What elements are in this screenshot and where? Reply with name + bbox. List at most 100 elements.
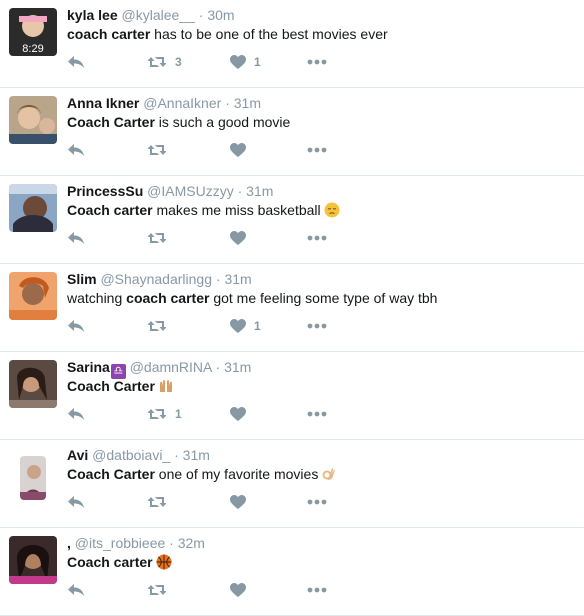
fullname[interactable]: Anna Ikner	[67, 95, 139, 111]
like-button[interactable]: 1	[230, 53, 261, 71]
reply-button[interactable]	[67, 581, 85, 599]
username[interactable]: @its_robbieee	[75, 535, 166, 551]
fullname[interactable]: ,	[67, 535, 71, 551]
tweet-text-highlight: Coach Carter	[67, 114, 155, 130]
reply-button[interactable]	[67, 317, 85, 335]
avatar[interactable]	[9, 536, 57, 584]
tweet[interactable]: Sarina ♎ @damnRINA · 31m Coach Carter 1	[0, 352, 584, 440]
more-button[interactable]	[307, 141, 327, 159]
tweet-text: coach carter has to be one of the best m…	[67, 25, 388, 43]
username[interactable]: @AnnaIkner	[143, 95, 221, 111]
fullname[interactable]: kyla lee	[67, 7, 118, 23]
tweet-actions	[67, 493, 367, 513]
tweet-text-post: one of my favorite movies	[154, 466, 319, 482]
reply-icon	[67, 407, 85, 421]
tweet[interactable]: Avi @datboiavi_ · 31m Coach Carter one o…	[0, 440, 584, 528]
reply-button[interactable]	[67, 493, 85, 511]
tweet-header: Slim @Shaynadarlingg · 31m	[67, 270, 252, 288]
retweet-button[interactable]	[147, 581, 175, 599]
username[interactable]: @damnRINA	[130, 359, 212, 375]
tweet[interactable]: 8:29 kyla lee @kylalee__ · 30m coach car…	[0, 0, 584, 88]
reply-icon	[67, 319, 85, 333]
like-count: 1	[254, 319, 261, 333]
like-button[interactable]	[230, 405, 254, 423]
more-icon	[307, 587, 327, 593]
tweet-actions: 1	[67, 405, 367, 425]
tweet[interactable]: , @its_robbieee · 32m Coach carter	[0, 528, 584, 616]
svg-text:8:29: 8:29	[22, 43, 43, 55]
reply-button[interactable]	[67, 229, 85, 247]
tweet-text-highlight: Coach Carter	[67, 466, 155, 482]
timestamp[interactable]: 31m	[234, 95, 261, 111]
retweet-button[interactable]	[147, 141, 175, 159]
more-icon	[307, 235, 327, 241]
avatar[interactable]	[9, 272, 57, 320]
more-button[interactable]	[307, 317, 327, 335]
like-button[interactable]: 1	[230, 317, 261, 335]
timestamp[interactable]: 31m	[224, 359, 251, 375]
tweet-header: , @its_robbieee · 32m	[67, 534, 205, 552]
fullname[interactable]: Sarina	[67, 359, 110, 375]
avatar[interactable]	[9, 184, 57, 232]
retweet-button[interactable]	[147, 493, 175, 511]
avatar[interactable]	[9, 360, 57, 408]
reply-button[interactable]	[67, 141, 85, 159]
reply-icon	[67, 55, 85, 69]
tweet[interactable]: Anna Ikner @AnnaIkner · 31m Coach Carter…	[0, 88, 584, 176]
fullname[interactable]: Avi	[67, 447, 88, 463]
more-button[interactable]	[307, 53, 327, 71]
separator: ·	[215, 271, 221, 287]
tweet-actions: 1	[67, 317, 367, 337]
more-button[interactable]	[307, 581, 327, 599]
more-button[interactable]	[307, 405, 327, 423]
like-button[interactable]	[230, 581, 254, 599]
timestamp[interactable]: 31m	[183, 447, 210, 463]
retweet-icon	[147, 583, 167, 597]
tweet-text: watching coach carter got me feeling som…	[67, 289, 437, 307]
timestamp[interactable]: 30m	[207, 7, 234, 23]
tweet-header: Sarina ♎ @damnRINA · 31m	[67, 358, 251, 379]
tweet[interactable]: Slim @Shaynadarlingg · 31m watching coac…	[0, 264, 584, 352]
timestamp[interactable]: 31m	[246, 183, 273, 199]
tweet[interactable]: PrincessSu @IAMSUzzyy · 31m Coach carter…	[0, 176, 584, 264]
like-button[interactable]	[230, 229, 254, 247]
more-button[interactable]	[307, 493, 327, 511]
username[interactable]: @kylalee__	[122, 7, 195, 23]
retweet-icon	[147, 231, 167, 245]
username[interactable]: @IAMSUzzyy	[147, 183, 234, 199]
like-button[interactable]	[230, 493, 254, 511]
tweet-text: Coach Carter is such a good movie	[67, 113, 290, 131]
retweet-count: 3	[175, 55, 182, 69]
retweet-button[interactable]: 3	[147, 53, 182, 71]
tweet-text: Coach carter makes me miss basketball	[67, 201, 340, 219]
reply-button[interactable]	[67, 405, 85, 423]
retweet-icon	[147, 495, 167, 509]
more-icon	[307, 411, 327, 417]
tweet-text-highlight: coach carter	[126, 290, 210, 306]
retweet-button[interactable]	[147, 229, 175, 247]
fullname[interactable]: PrincessSu	[67, 183, 143, 199]
tweet-text-highlight: coach carter	[67, 26, 151, 42]
tweet-text-post: makes me miss basketball	[152, 202, 321, 218]
more-icon	[307, 323, 327, 329]
reply-button[interactable]	[67, 53, 85, 71]
tweet-header: PrincessSu @IAMSUzzyy · 31m	[67, 182, 273, 200]
username[interactable]: @datboiavi_	[92, 447, 170, 463]
retweet-button[interactable]	[147, 317, 175, 335]
retweet-button[interactable]: 1	[147, 405, 182, 423]
username[interactable]: @Shaynadarlingg	[100, 271, 212, 287]
reply-icon	[67, 231, 85, 245]
like-count: 1	[254, 55, 261, 69]
fullname[interactable]: Slim	[67, 271, 97, 287]
more-button[interactable]	[307, 229, 327, 247]
tweet-actions: 3 1	[67, 53, 367, 73]
avatar[interactable]	[9, 96, 57, 144]
like-button[interactable]	[230, 141, 254, 159]
timestamp[interactable]: 31m	[224, 271, 251, 287]
reply-icon	[67, 495, 85, 509]
tweet-actions	[67, 581, 367, 601]
tweet-header: Avi @datboiavi_ · 31m	[67, 446, 210, 464]
timestamp[interactable]: 32m	[178, 535, 205, 551]
avatar[interactable]	[20, 456, 46, 500]
avatar[interactable]: 8:29	[9, 8, 57, 56]
